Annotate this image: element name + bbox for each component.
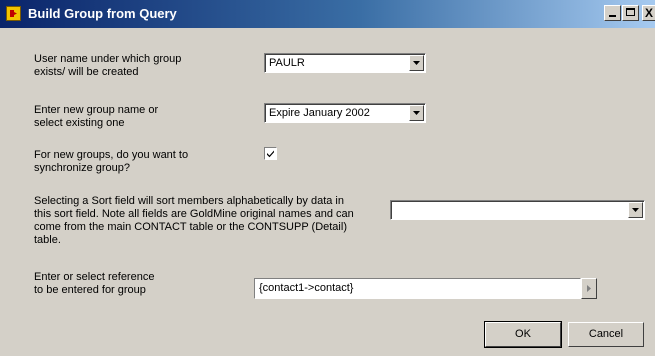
cancel-button[interactable]: Cancel (568, 322, 644, 347)
user-name-dropdown-button[interactable] (409, 55, 424, 71)
reference-picker-button[interactable] (581, 278, 597, 299)
sort-field-label-line1: Selecting a Sort field will sort members… (34, 195, 344, 207)
reference-label-line1: Enter or select reference (34, 271, 155, 283)
reference-label: Enter or select reference to be entered … (34, 271, 154, 297)
group-name-value: Expire January 2002 (269, 107, 370, 119)
group-name-label-line1: Enter new group name or (34, 104, 159, 116)
ok-button[interactable]: OK (484, 321, 562, 348)
chevron-down-icon (413, 111, 420, 115)
group-name-label: Enter new group name or select existing … (34, 104, 158, 130)
user-name-combo[interactable]: PAULR (264, 53, 426, 73)
synchronize-label: For new groups, do you want to synchroni… (34, 149, 188, 175)
user-name-label-line2: exists/ will be created (34, 66, 139, 78)
window-title: Build Group from Query (28, 6, 177, 21)
user-name-label: User name under which group exists/ will… (34, 53, 181, 79)
title-bar[interactable]: Build Group from Query X (0, 0, 655, 28)
reference-input[interactable]: {contact1->contact} (254, 278, 581, 299)
sort-field-label: Selecting a Sort field will sort members… (34, 195, 354, 247)
group-name-combo[interactable]: Expire January 2002 (264, 103, 426, 123)
sort-field-combo[interactable] (390, 200, 645, 220)
maximize-button[interactable] (622, 5, 639, 21)
synchronize-checkbox[interactable] (264, 147, 277, 160)
minimize-button[interactable] (604, 5, 621, 21)
synchronize-label-line2: synchronize group? (34, 162, 131, 174)
user-name-label-line1: User name under which group (34, 53, 182, 65)
maximize-icon (626, 8, 635, 16)
synchronize-label-line1: For new groups, do you want to (34, 149, 189, 161)
group-name-label-line2: select existing one (34, 117, 125, 129)
sort-field-label-line2: this sort field. Note all fields are Gol… (34, 208, 354, 220)
chevron-down-icon (413, 61, 420, 65)
reference-label-line2: to be entered for group (34, 284, 146, 296)
close-icon: X (645, 6, 654, 20)
chevron-down-icon (632, 208, 639, 212)
close-button[interactable]: X (642, 5, 655, 21)
app-icon[interactable] (6, 6, 21, 21)
reference-value: {contact1->contact} (259, 282, 354, 294)
chevron-right-icon (587, 285, 591, 292)
sort-field-label-line3: come from the main CONTACT table or the … (34, 221, 347, 233)
check-icon (267, 150, 274, 158)
minimize-icon (609, 15, 616, 17)
sort-field-label-line4: table. (34, 234, 61, 246)
user-name-value: PAULR (269, 57, 305, 69)
sort-field-dropdown-button[interactable] (628, 202, 643, 218)
combo-frame (391, 201, 644, 219)
dialog-window: Build Group from Query X User name under… (0, 0, 655, 356)
group-name-dropdown-button[interactable] (409, 105, 424, 121)
